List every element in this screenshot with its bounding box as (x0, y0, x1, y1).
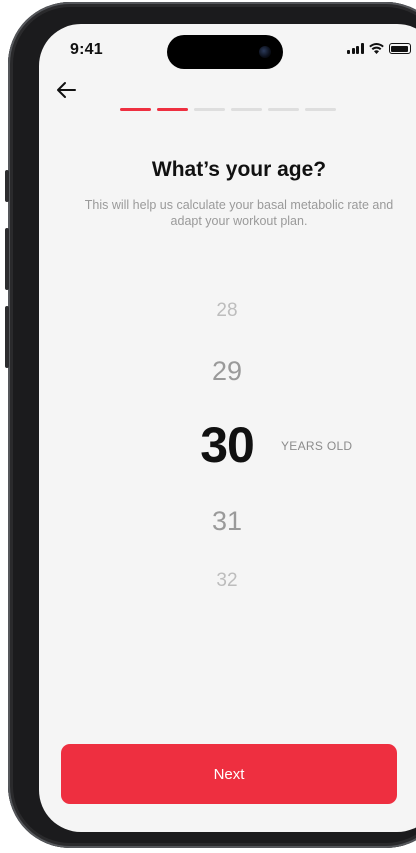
mute-switch (5, 170, 9, 202)
progress-step-3 (194, 108, 225, 111)
signal-icon (347, 43, 364, 54)
back-arrow-icon (57, 82, 76, 98)
front-camera-icon (259, 46, 271, 58)
page-subtitle: This will help us calculate your basal m… (84, 198, 394, 228)
next-button[interactable]: Next (61, 744, 397, 804)
age-option[interactable]: 31 (39, 506, 415, 537)
battery-icon (388, 43, 411, 54)
wifi-icon (368, 43, 384, 54)
screenshot-canvas: 9:41 What’s your age? This will help us … (0, 0, 416, 853)
age-option[interactable]: 28 (39, 300, 415, 322)
volume-up-button (5, 228, 9, 290)
dynamic-island (167, 35, 283, 69)
app-screen: 9:41 What’s your age? This will help us … (39, 24, 416, 832)
age-unit-label: YEARS OLD (281, 439, 353, 453)
progress-step-2 (157, 108, 188, 111)
page-title: What’s your age? (151, 158, 327, 181)
progress-step-6 (305, 108, 336, 111)
age-option[interactable]: 29 (39, 356, 415, 387)
progress-step-5 (268, 108, 299, 111)
age-option[interactable]: 32 (39, 570, 415, 592)
progress-step-1 (120, 108, 151, 111)
status-icons (347, 43, 411, 54)
status-time: 9:41 (70, 41, 103, 58)
progress-step-4 (231, 108, 262, 111)
age-option-selected[interactable]: 30 (39, 416, 415, 474)
back-button[interactable] (53, 78, 81, 102)
onboarding-progress (120, 108, 336, 111)
phone-frame: 9:41 What’s your age? This will help us … (5, 2, 416, 848)
volume-down-button (5, 306, 9, 368)
